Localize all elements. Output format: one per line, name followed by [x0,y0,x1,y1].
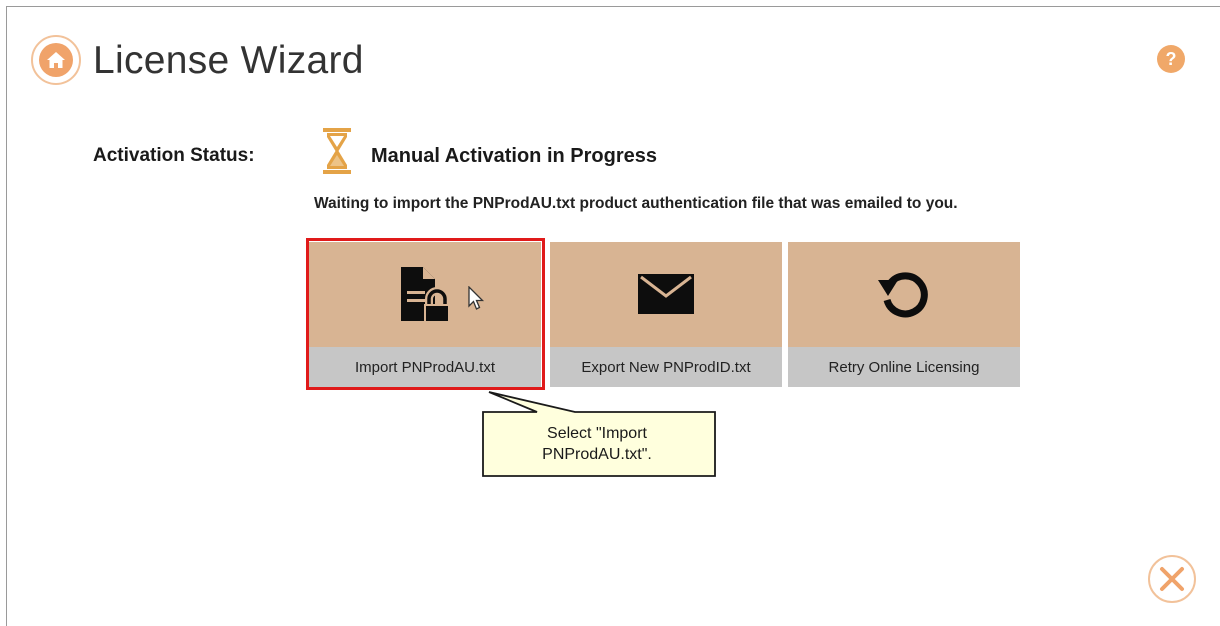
home-button[interactable] [31,35,81,85]
activation-status-value: Manual Activation in Progress [371,145,657,167]
file-lock-icon [309,242,541,346]
status-message: Waiting to import the PNProdAU.txt produ… [314,195,958,212]
close-icon [1160,567,1184,591]
tile-label: Retry Online Licensing [788,347,1020,387]
callout-text: Select "Import PNProdAU.txt". [477,412,717,476]
import-pnprodau-button[interactable]: Import PNProdAU.txt [309,242,541,387]
mouse-pointer-icon [468,286,485,310]
envelope-icon [550,242,782,346]
export-pnprodid-button[interactable]: Export New PNProdID.txt [550,242,782,387]
retry-online-licensing-button[interactable]: Retry Online Licensing [788,242,1020,387]
help-icon[interactable]: ? [1157,45,1185,73]
page-title: License Wizard [93,39,364,82]
tile-label: Export New PNProdID.txt [550,347,782,387]
activation-status-label: Activation Status: [93,145,255,166]
close-button[interactable] [1148,555,1196,603]
home-icon [39,43,73,77]
tile-label: Import PNProdAU.txt [309,347,541,387]
callout-line-2: PNProdAU.txt". [542,446,652,463]
license-wizard-window: License Wizard ? Activation Status: Manu… [6,6,1220,626]
callout-line-1: Select "Import [547,425,647,442]
hourglass-icon [323,128,351,174]
retry-icon [788,242,1020,346]
